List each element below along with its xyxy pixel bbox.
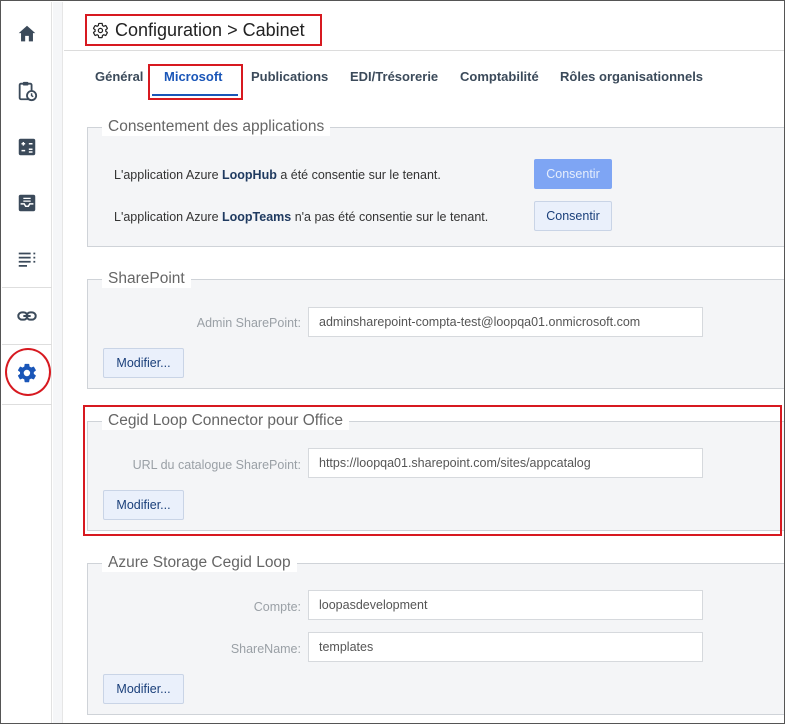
list-icon <box>18 252 36 267</box>
sidebar-item-links[interactable] <box>2 289 52 343</box>
page-title: Configuration > Cabinet <box>115 19 305 40</box>
tab-highlight-box <box>148 64 243 100</box>
loopteams-consent-button[interactable]: Consentir <box>534 201 612 231</box>
page-header: Configuration > Cabinet <box>64 2 784 51</box>
loophub-consent-button[interactable]: Consentir <box>534 159 612 189</box>
tab-publications[interactable]: Publications <box>251 69 328 84</box>
storage-modify-button[interactable]: Modifier... <box>103 674 184 704</box>
tab-roles-organisationnels[interactable]: Rôles organisationnels <box>560 69 703 84</box>
account-field[interactable]: loopasdevelopment <box>308 590 703 620</box>
consent-text-suffix: a été consentie sur le tenant. <box>276 168 441 182</box>
inbox-tray-icon <box>18 194 36 212</box>
sidebar-item-lists[interactable] <box>2 232 52 286</box>
sharepoint-section: SharePoint Admin SharePoint: adminsharep… <box>87 270 784 389</box>
sharename-field[interactable]: templates <box>308 632 703 662</box>
consent-section: Consentement des applications L'applicat… <box>87 118 784 247</box>
azure-storage-section: Azure Storage Cegid Loop Compte: loopasd… <box>87 554 784 715</box>
sidebar-item-inbox[interactable] <box>2 176 52 230</box>
calculator-icon <box>18 138 36 156</box>
sidebar-item-tasks[interactable] <box>2 64 52 118</box>
azure-storage-legend: Azure Storage Cegid Loop <box>102 554 297 572</box>
tab-comptabilite[interactable]: Comptabilité <box>460 69 539 84</box>
loophub-app-name: LoopHub <box>222 168 277 182</box>
sharepoint-legend: SharePoint <box>102 270 191 288</box>
clipboard-clock-icon <box>18 81 38 102</box>
app-window: Configuration > Cabinet Général Microsof… <box>0 0 785 724</box>
admin-sharepoint-label: Admin SharePoint: <box>196 316 301 330</box>
sidebar-separator <box>2 404 52 405</box>
sharename-label: ShareName: <box>230 642 301 656</box>
sharepoint-modify-button[interactable]: Modifier... <box>103 348 184 378</box>
tab-general[interactable]: Général <box>95 69 143 84</box>
tab-bar: Général Microsoft Publications EDI/Tréso… <box>64 51 784 105</box>
home-icon <box>18 25 36 42</box>
sidebar-item-home[interactable] <box>2 7 52 61</box>
consent-legend: Consentement des applications <box>102 118 331 136</box>
tab-edi-tresorerie[interactable]: EDI/Trésorerie <box>350 69 438 84</box>
settings-highlight-ring <box>5 348 51 396</box>
sidebar-separator <box>2 287 52 288</box>
sidebar-gutter <box>53 2 63 723</box>
link-icon <box>17 311 37 321</box>
gear-outline-icon <box>92 22 108 38</box>
admin-sharepoint-field[interactable]: adminsharepoint-compta-test@loopqa01.onm… <box>308 307 703 337</box>
loopteams-app-name: LoopTeams <box>222 210 292 224</box>
consent-text-prefix: L'application Azure <box>114 210 223 224</box>
page-title-highlight: Configuration > Cabinet <box>85 14 322 46</box>
account-label: Compte: <box>253 600 301 614</box>
consent-text-suffix: n'a pas été consentie sur le tenant. <box>291 210 489 224</box>
sidebar-item-accounting[interactable] <box>2 120 52 174</box>
loophub-consent-text: L'application Azure LoopHub a été consen… <box>114 168 441 182</box>
sidebar-separator <box>2 344 52 345</box>
connector-highlight-box <box>83 405 782 536</box>
loopteams-consent-text: L'application Azure LoopTeams n'a pas ét… <box>114 210 488 224</box>
consent-text-prefix: L'application Azure <box>114 168 223 182</box>
